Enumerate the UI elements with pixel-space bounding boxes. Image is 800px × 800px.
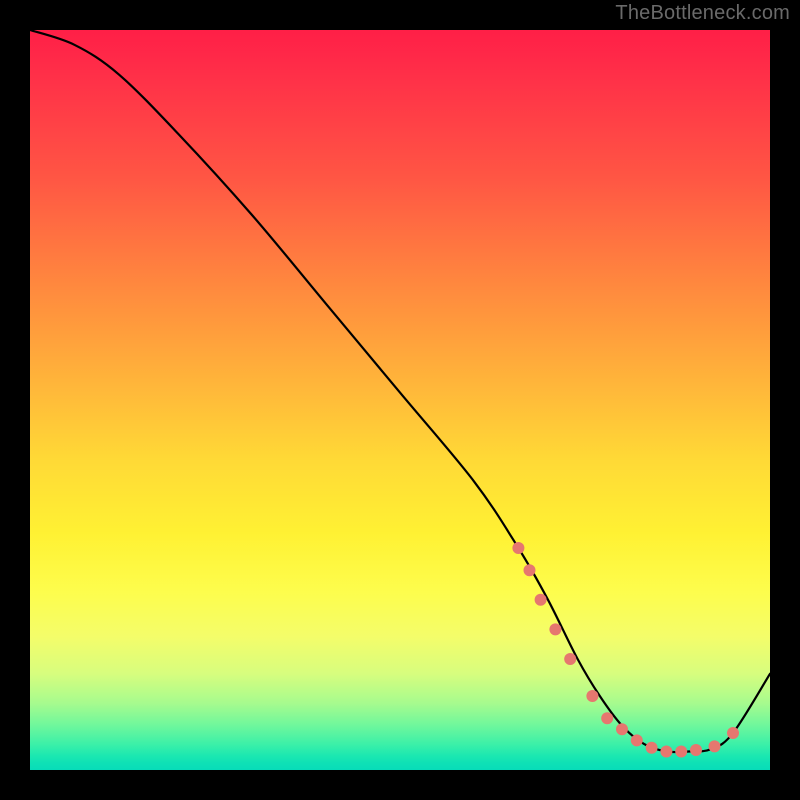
highlight-point (690, 744, 702, 756)
highlight-point (586, 690, 598, 702)
highlight-point (549, 623, 561, 635)
highlight-point (601, 712, 613, 724)
highlight-point (524, 564, 536, 576)
plot-area (30, 30, 770, 770)
highlight-point (727, 727, 739, 739)
highlight-point (512, 542, 524, 554)
curve-layer (30, 30, 770, 770)
highlight-point (564, 653, 576, 665)
attribution-label: TheBottleneck.com (615, 2, 790, 25)
highlight-point (631, 734, 643, 746)
highlight-point (675, 746, 687, 758)
bottleneck-curve (30, 30, 770, 752)
highlight-point (709, 740, 721, 752)
highlight-point (660, 746, 672, 758)
highlight-point (646, 742, 658, 754)
highlight-point (535, 594, 547, 606)
highlight-point (616, 723, 628, 735)
chart-frame: TheBottleneck.com (0, 0, 800, 800)
highlight-points (512, 542, 739, 758)
